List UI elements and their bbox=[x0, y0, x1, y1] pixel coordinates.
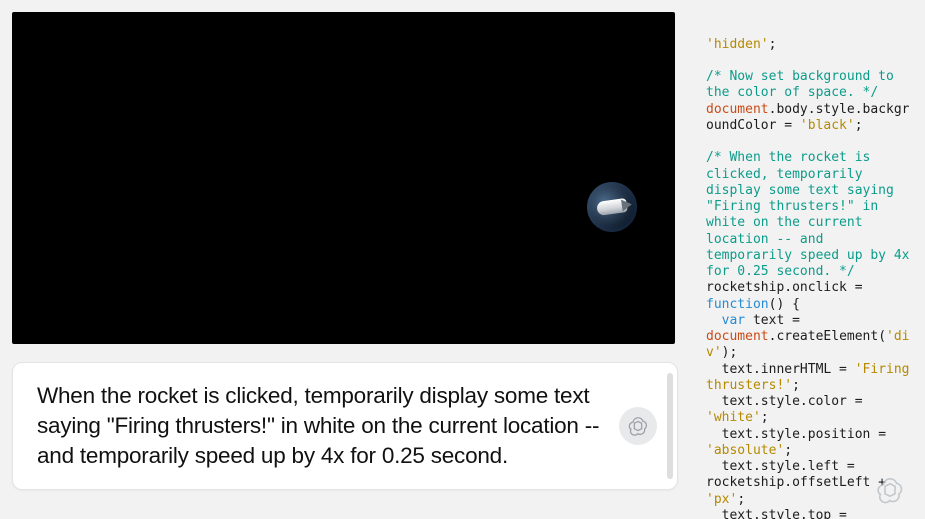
send-button[interactable] bbox=[619, 407, 657, 445]
openai-logo-icon bbox=[627, 415, 649, 437]
openai-corner-logo-icon bbox=[875, 475, 905, 505]
prompt-input-card[interactable]: When the rocket is clicked, temporarily … bbox=[12, 362, 678, 490]
code-panel: 'hidden'; /* Now set background to the c… bbox=[690, 0, 925, 519]
preview-canvas[interactable] bbox=[12, 12, 675, 344]
rocket-sprite[interactable] bbox=[587, 182, 637, 232]
rocket-body-graphic bbox=[596, 198, 628, 216]
prompt-text: When the rocket is clicked, temporarily … bbox=[37, 381, 621, 470]
code-content: 'hidden'; /* Now set background to the c… bbox=[706, 37, 917, 519]
